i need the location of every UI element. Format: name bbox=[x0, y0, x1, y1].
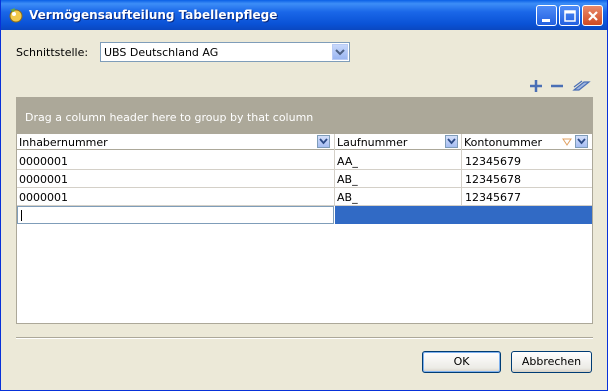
minus-icon[interactable] bbox=[549, 78, 565, 94]
text-caret bbox=[21, 210, 22, 221]
close-button[interactable] bbox=[582, 5, 603, 26]
chevron-down-icon bbox=[447, 138, 456, 145]
new-row[interactable] bbox=[17, 206, 592, 224]
interface-select[interactable]: UBS Deutschland AG bbox=[100, 42, 350, 62]
chevron-down-icon bbox=[577, 138, 586, 145]
column-filter-button[interactable] bbox=[575, 135, 588, 148]
table-row[interactable]: 0000001 AB_ 12345677 bbox=[17, 188, 592, 206]
interface-label: Schnittstelle: bbox=[16, 46, 89, 59]
column-filter-button[interactable] bbox=[317, 135, 330, 148]
chevron-down-icon bbox=[335, 49, 345, 56]
ok-button[interactable]: OK bbox=[422, 351, 501, 373]
new-row-edit-cell[interactable] bbox=[17, 206, 334, 224]
plus-icon[interactable] bbox=[528, 78, 544, 94]
divider-highlight bbox=[16, 338, 593, 339]
minimize-button[interactable] bbox=[536, 5, 557, 26]
app-icon bbox=[9, 8, 23, 23]
cancel-button[interactable]: Abbrechen bbox=[511, 351, 592, 373]
title-bar[interactable]: Vermögensaufteilung Tabellenpflege bbox=[1, 0, 607, 30]
interface-dropdown-button[interactable] bbox=[332, 44, 348, 60]
dialog-window: Vermögensaufteilung Tabellenpflege Schni… bbox=[0, 0, 608, 391]
chevron-down-icon bbox=[319, 138, 328, 145]
maximize-icon bbox=[564, 10, 576, 22]
interface-selected-value: UBS Deutschland AG bbox=[104, 46, 219, 59]
new-row-selected-cells[interactable] bbox=[335, 206, 592, 224]
column-header-inhabernummer[interactable]: Inhabernummer bbox=[17, 134, 334, 150]
group-by-area[interactable]: Drag a column header here to group by th… bbox=[17, 98, 592, 134]
column-divider bbox=[461, 134, 462, 206]
column-divider bbox=[334, 134, 335, 206]
column-header-kontonummer[interactable]: Kontonummer bbox=[462, 134, 592, 150]
table-row[interactable]: 0000001 AA_ 12345679 bbox=[17, 152, 592, 170]
close-icon bbox=[588, 11, 598, 21]
eraser-icon[interactable] bbox=[571, 78, 591, 94]
data-grid[interactable]: Drag a column header here to group by th… bbox=[16, 97, 593, 324]
column-header-laufnummer[interactable]: Laufnummer bbox=[335, 134, 461, 150]
sort-triangle-icon bbox=[562, 138, 572, 146]
maximize-button[interactable] bbox=[559, 5, 580, 26]
table-row[interactable]: 0000001 AB_ 12345678 bbox=[17, 170, 592, 188]
minimize-icon bbox=[542, 19, 550, 22]
window-title: Vermögensaufteilung Tabellenpflege bbox=[29, 8, 278, 22]
group-by-hint: Drag a column header here to group by th… bbox=[25, 111, 314, 124]
column-filter-button[interactable] bbox=[445, 135, 458, 148]
